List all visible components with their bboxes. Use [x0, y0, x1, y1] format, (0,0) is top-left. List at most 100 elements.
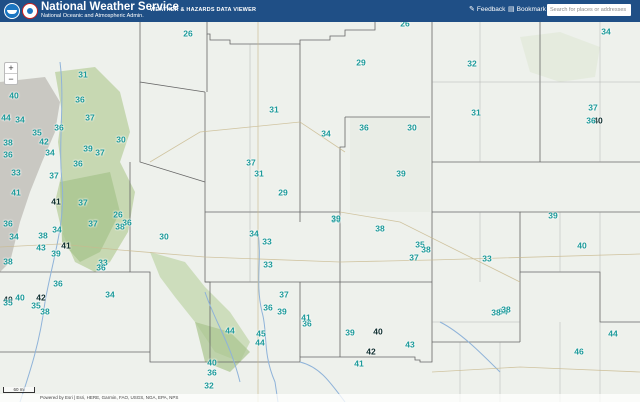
station-value[interactable]: 39 — [345, 328, 354, 338]
station-value[interactable]: 39 — [396, 169, 405, 179]
station-value[interactable]: 40 — [577, 241, 586, 251]
station-value[interactable]: 31 — [269, 105, 278, 115]
station-value[interactable]: 33 — [263, 260, 272, 270]
station-value[interactable]: 36 — [75, 95, 84, 105]
station-value[interactable]: 33 — [11, 168, 20, 178]
station-value[interactable]: 41 — [301, 313, 310, 323]
station-value[interactable]: 40 — [9, 91, 18, 101]
station-value[interactable]: 37 — [246, 158, 255, 168]
station-value[interactable]: 38 — [3, 257, 12, 267]
app-subtitle: National Oceanic and Atmospheric Admin. — [41, 13, 144, 20]
station-value[interactable]: 43 — [405, 340, 414, 350]
station-value[interactable]: 43 — [36, 243, 45, 253]
station-value[interactable]: 32 — [204, 381, 213, 391]
station-value[interactable]: 31 — [471, 108, 480, 118]
station-value[interactable]: 42 — [366, 347, 375, 357]
station-value[interactable]: 41 — [11, 188, 20, 198]
station-value[interactable]: 32 — [467, 59, 476, 69]
station-value[interactable]: 36 — [263, 303, 272, 313]
app-header: National Weather Service National Oceani… — [0, 0, 640, 22]
station-value[interactable]: 39 — [83, 144, 92, 154]
station-value[interactable]: 39 — [51, 249, 60, 259]
station-value[interactable]: 38 — [375, 224, 384, 234]
station-value[interactable]: 33 — [262, 237, 271, 247]
station-value[interactable]: 34 — [9, 232, 18, 242]
station-value[interactable]: 34 — [105, 290, 114, 300]
station-value[interactable]: 26 — [183, 29, 192, 39]
zoom-in-button[interactable]: + — [5, 63, 17, 73]
feedback-button[interactable]: ✎ Feedback — [469, 5, 506, 14]
station-value[interactable]: 37 — [95, 148, 104, 158]
station-value[interactable]: 31 — [78, 70, 87, 80]
station-value[interactable]: 38 — [501, 305, 510, 315]
zoom-out-button[interactable]: − — [5, 73, 17, 84]
station-value[interactable]: 41 — [61, 241, 70, 251]
bookmark-label: Bookmark — [516, 5, 546, 13]
comment-icon: ✎ — [469, 6, 475, 13]
station-value[interactable]: 42 — [39, 137, 48, 147]
station-value[interactable]: 41 — [354, 359, 363, 369]
station-value[interactable]: 44 — [1, 113, 10, 123]
station-value[interactable]: 30 — [116, 135, 125, 145]
station-value[interactable]: 36 — [122, 218, 131, 228]
station-value[interactable]: 36 — [359, 123, 368, 133]
station-value[interactable]: 46 — [574, 347, 583, 357]
map-view[interactable]: + − 26 26 34 32 29 31 31 30 40 36 44 34 35 36 37 37 40 36… — [0, 22, 640, 402]
nws-logo-icon — [22, 3, 38, 19]
station-value[interactable]: 36 — [207, 368, 216, 378]
station-value[interactable]: 34 — [45, 148, 54, 158]
station-value[interactable]: 40 — [207, 358, 216, 368]
basemap — [0, 22, 640, 402]
station-value[interactable]: 44 — [608, 329, 617, 339]
station-value[interactable]: 38 — [421, 245, 430, 255]
bookmark-icon: ▤ — [508, 6, 515, 13]
station-value[interactable]: 30 — [159, 232, 168, 242]
viewer-title: WEATHER & HAZARDS DATA VIEWER — [150, 7, 257, 13]
station-value[interactable]: 37 — [588, 103, 597, 113]
station-value[interactable]: 41 — [51, 197, 60, 207]
station-value[interactable]: 38 — [38, 231, 47, 241]
station-value[interactable]: 38 — [40, 307, 49, 317]
station-value[interactable]: 38 — [491, 308, 500, 318]
station-value[interactable]: 31 — [254, 169, 263, 179]
search-input[interactable] — [547, 4, 631, 16]
station-value[interactable]: 37 — [49, 171, 58, 181]
station-value[interactable]: 34 — [52, 225, 61, 235]
station-value[interactable]: 29 — [356, 58, 365, 68]
station-value[interactable]: 37 — [85, 113, 94, 123]
map-attribution: Powered by Esri | Esri, HERE, Garmin, FA… — [0, 394, 640, 402]
station-value[interactable]: 39 — [331, 214, 340, 224]
station-value[interactable]: 36 — [3, 150, 12, 160]
station-value[interactable]: 26 — [400, 22, 409, 29]
station-value[interactable]: 38 — [3, 138, 12, 148]
station-value[interactable]: 34 — [321, 129, 330, 139]
station-value[interactable]: 39 — [277, 307, 286, 317]
station-value[interactable]: 34 — [601, 27, 610, 37]
station-value[interactable]: 36 — [3, 219, 12, 229]
station-value[interactable]: 37 — [78, 198, 87, 208]
feedback-label: Feedback — [476, 5, 506, 13]
station-value[interactable]: 34 — [15, 115, 24, 125]
scale-bar: 60 mi — [3, 387, 35, 393]
noaa-logo-icon — [4, 3, 20, 19]
station-value[interactable]: 40 — [373, 327, 382, 337]
station-value[interactable]: 37 — [88, 219, 97, 229]
station-value[interactable]: 35 — [3, 298, 12, 308]
station-value[interactable]: 44 — [225, 326, 234, 336]
station-value[interactable]: 36 — [54, 123, 63, 133]
station-value[interactable]: 39 — [548, 211, 557, 221]
station-value[interactable]: 36 — [586, 116, 595, 126]
station-value[interactable]: 37 — [409, 253, 418, 263]
bookmark-button[interactable]: ▤ Bookmark — [508, 5, 546, 14]
station-value[interactable]: 36 — [53, 279, 62, 289]
station-value[interactable]: 33 — [482, 254, 491, 264]
zoom-control: + − — [4, 62, 18, 85]
station-value[interactable]: 29 — [278, 188, 287, 198]
station-value[interactable]: 37 — [279, 290, 288, 300]
station-value[interactable]: 34 — [249, 229, 258, 239]
station-value[interactable]: 36 — [96, 263, 105, 273]
station-value[interactable]: 40 — [15, 293, 24, 303]
station-value[interactable]: 44 — [255, 338, 264, 348]
station-value[interactable]: 36 — [73, 159, 82, 169]
station-value[interactable]: 30 — [407, 123, 416, 133]
